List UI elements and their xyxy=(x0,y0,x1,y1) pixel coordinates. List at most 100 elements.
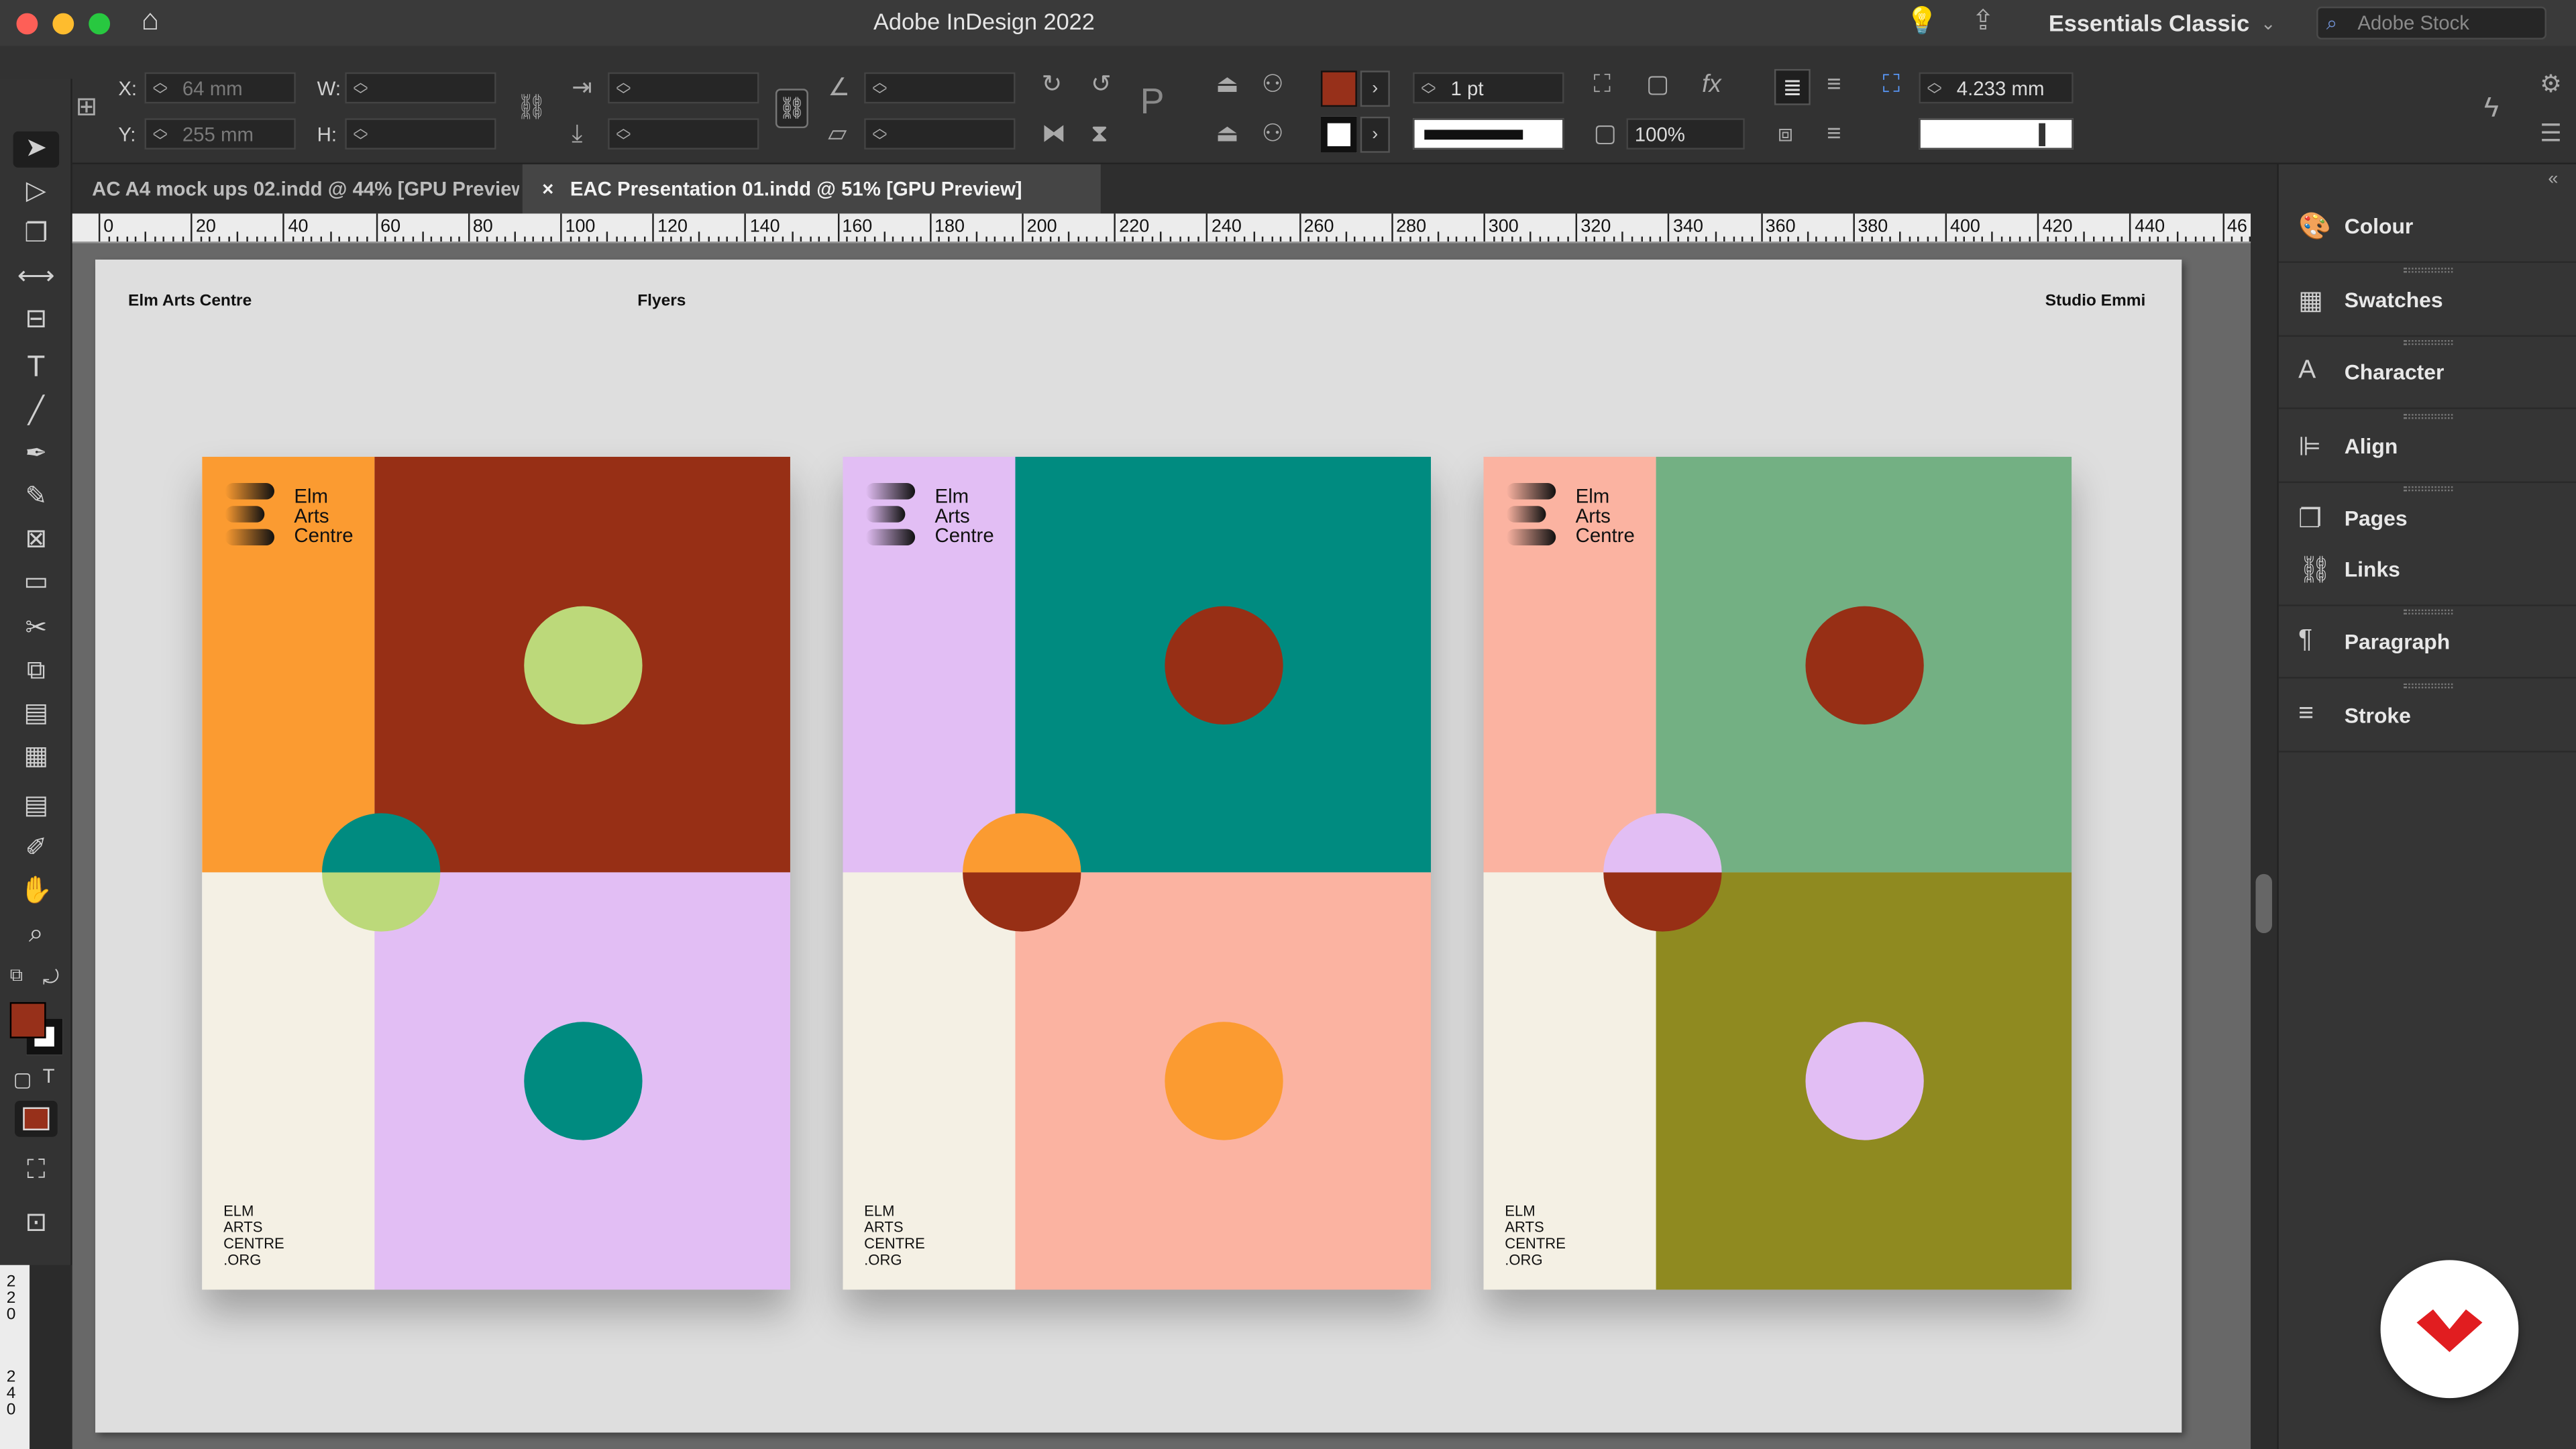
path-icon[interactable]: P xyxy=(1140,83,1165,119)
zoom-tool-icon[interactable]: ⌕ xyxy=(13,917,60,953)
select-previous-icon[interactable]: ⏏ xyxy=(1216,121,1239,146)
vertical-ruler[interactable]: 220 240 xyxy=(0,1265,30,1449)
stepper-icon[interactable]: ︿ ﹀ xyxy=(616,121,631,149)
pencil-tool-icon[interactable]: ✎ xyxy=(13,480,60,516)
horizontal-ruler[interactable]: 0 20 40 60 80 100 120 140 160 180 200 220 240 260 280 3… xyxy=(72,213,2251,244)
constrain-proportions-icon[interactable]: ⛓ xyxy=(516,95,547,120)
type-tool-icon[interactable]: T xyxy=(13,348,60,384)
swap-colors-icon[interactable]: ⤾ xyxy=(43,966,59,991)
flyer-3[interactable]: Elm Arts Centre ELM ARTS CENTRE .ORG xyxy=(1483,456,2072,1290)
apply-color-button[interactable] xyxy=(15,1100,58,1137)
workspace-switcher[interactable]: Essentials Classic xyxy=(2049,10,2249,36)
style-dropdown[interactable] xyxy=(1919,118,2074,150)
x-position-field[interactable]: ︿ ﹀ 64 mm xyxy=(144,72,296,104)
rectangle-frame-tool-icon[interactable]: ⊠ xyxy=(13,523,60,559)
pasteboard[interactable]: Elm Arts Centre Flyers Studio Emmi Elm A… xyxy=(72,243,2251,1449)
note-tool-icon[interactable]: ▤ xyxy=(13,789,60,825)
fill-color-swatch[interactable] xyxy=(1320,70,1357,107)
free-transform-tool-icon[interactable]: ⧉ xyxy=(13,654,60,690)
collapse-dock-icon[interactable]: « xyxy=(2548,168,2558,193)
direct-selection-tool-icon[interactable]: ▷ xyxy=(13,174,60,211)
rectangle-tool-icon[interactable]: ▭ xyxy=(13,565,60,601)
stroke-weight-field[interactable]: ︿ ﹀ 1 pt xyxy=(1413,72,1564,104)
stroke-type-dropdown[interactable] xyxy=(1413,118,1564,150)
hand-tool-icon[interactable]: ✋ xyxy=(13,874,60,910)
rotate-cw-icon[interactable]: ↻ xyxy=(1042,72,1063,97)
document-page[interactable]: Elm Arts Centre Flyers Studio Emmi Elm A… xyxy=(95,259,2182,1433)
flip-horizontal-icon[interactable]: ⧓ xyxy=(1042,121,1067,146)
pen-tool-icon[interactable]: ✒ xyxy=(13,437,60,473)
stepper-icon[interactable]: ︿ ﹀ xyxy=(354,121,368,149)
stepper-icon[interactable]: ︿ ﹀ xyxy=(1927,74,1942,103)
stock-search-input[interactable]: ⌕ Adobe Stock xyxy=(2316,6,2546,40)
stepper-icon[interactable]: ︿ ﹀ xyxy=(872,121,887,149)
panel-grip[interactable] xyxy=(2403,414,2453,419)
stepper-icon[interactable]: ︿ ﹀ xyxy=(616,74,631,103)
view-mode-icon[interactable]: ⊡ xyxy=(13,1206,60,1242)
fill-swatch[interactable] xyxy=(9,1002,46,1038)
rotate-ccw-icon[interactable]: ↺ xyxy=(1091,72,1112,97)
stroke-color-swatch[interactable] xyxy=(1320,116,1357,153)
scissors-tool-icon[interactable]: ✂ xyxy=(13,611,60,647)
y-position-field[interactable]: ︿ ﹀ 255 mm xyxy=(144,118,296,150)
panel-pages[interactable]: ❐ Pages xyxy=(2279,483,2576,534)
formatting-container-icon[interactable]: ▢ xyxy=(13,1068,32,1091)
tab-presentation[interactable]: × EAC Presentation 01.indd @ 51% [GPU Pre… xyxy=(522,164,1101,214)
panel-paragraph[interactable]: ¶ Paragraph xyxy=(2278,606,2576,679)
flyer-1[interactable]: Elm Arts Centre ELM ARTS CENTRE .ORG xyxy=(202,456,790,1290)
panel-grip[interactable] xyxy=(2403,609,2453,614)
line-tool-icon[interactable]: ╱ xyxy=(13,394,60,431)
panel-grip[interactable] xyxy=(2403,486,2453,492)
gear-icon[interactable]: ⚙ xyxy=(2540,72,2562,97)
shear-field[interactable]: ︿ ﹀ xyxy=(864,118,1016,150)
gradient-feather-tool-icon[interactable]: ▦ xyxy=(13,739,60,775)
tab-mockups[interactable]: AC A4 mock ups 02.indd @ 44% [GPU Previe… xyxy=(72,164,519,214)
panel-grip[interactable] xyxy=(2403,268,2453,273)
stepper-icon[interactable]: ︿ ﹀ xyxy=(153,121,168,149)
align-bottom-icon[interactable]: ≡ xyxy=(1827,121,1841,146)
scrollbar-thumb[interactable] xyxy=(2255,873,2272,934)
stroke-style-icon[interactable]: ▢ xyxy=(1646,72,1670,97)
page-tool-icon[interactable]: ❐ xyxy=(13,217,60,253)
flyer-2[interactable]: Elm Arts Centre ELM ARTS CENTRE .ORG xyxy=(843,456,1432,1290)
panel-grip[interactable] xyxy=(2403,683,2453,689)
screen-mode-icon[interactable]: ⛶ xyxy=(13,1153,60,1189)
menu-icon[interactable]: ☰ xyxy=(2540,121,2562,146)
auto-fit-icon[interactable]: ⛶ xyxy=(1883,72,1900,97)
effects-icon[interactable]: fx xyxy=(1702,72,1721,97)
panel-align[interactable]: ⊫ Align xyxy=(2278,411,2576,484)
vertical-scrollbar[interactable] xyxy=(2251,164,2277,1449)
stroke-dropdown-button[interactable]: › xyxy=(1360,116,1390,153)
panel-grip[interactable] xyxy=(2403,339,2453,345)
offset-field[interactable]: ︿ ﹀ 4.233 mm xyxy=(1919,72,2074,104)
gradient-tool-icon[interactable]: ▤ xyxy=(13,696,60,733)
height-field[interactable]: ︿ ﹀ xyxy=(345,118,496,150)
select-content-icon[interactable]: ⚇ xyxy=(1262,72,1284,97)
eyedropper-tool-icon[interactable]: ✐ xyxy=(13,831,60,867)
chevron-down-icon[interactable]: ⌄ xyxy=(2261,13,2276,38)
share-icon[interactable]: ⇪ xyxy=(1972,7,1995,35)
lightning-icon[interactable]: ϟ xyxy=(2484,94,2499,122)
content-collector-icon[interactable]: ⊟ xyxy=(13,303,60,339)
panel-swatches[interactable]: ▦ Swatches xyxy=(2278,264,2576,337)
stepper-icon[interactable]: ︿ ﹀ xyxy=(153,74,168,103)
stepper-icon[interactable]: ︿ ﹀ xyxy=(872,74,887,103)
flip-vertical-icon[interactable]: ⧗ xyxy=(1091,121,1108,146)
panel-stroke[interactable]: ≡ Stroke xyxy=(2278,680,2576,753)
panel-colour[interactable]: 🎨 Colour xyxy=(2278,191,2576,263)
close-icon[interactable]: × xyxy=(542,177,553,200)
panel-links[interactable]: ⛓ Links xyxy=(2278,534,2576,606)
width-field[interactable]: ︿ ﹀ xyxy=(345,72,496,104)
rotation-field[interactable]: ︿ ﹀ xyxy=(864,72,1016,104)
align-center-icon[interactable]: ≡ xyxy=(1827,72,1841,97)
reference-point-icon[interactable]: ⊞ xyxy=(76,95,98,121)
scale-x-field[interactable]: ︿ ﹀ xyxy=(608,72,759,104)
formatting-text-icon[interactable]: T xyxy=(43,1065,55,1087)
align-top-button[interactable]: ≣ xyxy=(1774,68,1811,105)
frame-fitting-icon[interactable]: ⛶ xyxy=(1594,72,1611,97)
default-colors-icon[interactable]: ⧉ xyxy=(10,966,23,987)
panel-character[interactable]: A Character xyxy=(2278,337,2576,409)
opacity-field[interactable]: 100% xyxy=(1626,118,1745,150)
link-scale-button[interactable]: ⛓ xyxy=(775,89,808,129)
select-next-icon[interactable]: ⚇ xyxy=(1262,121,1284,146)
